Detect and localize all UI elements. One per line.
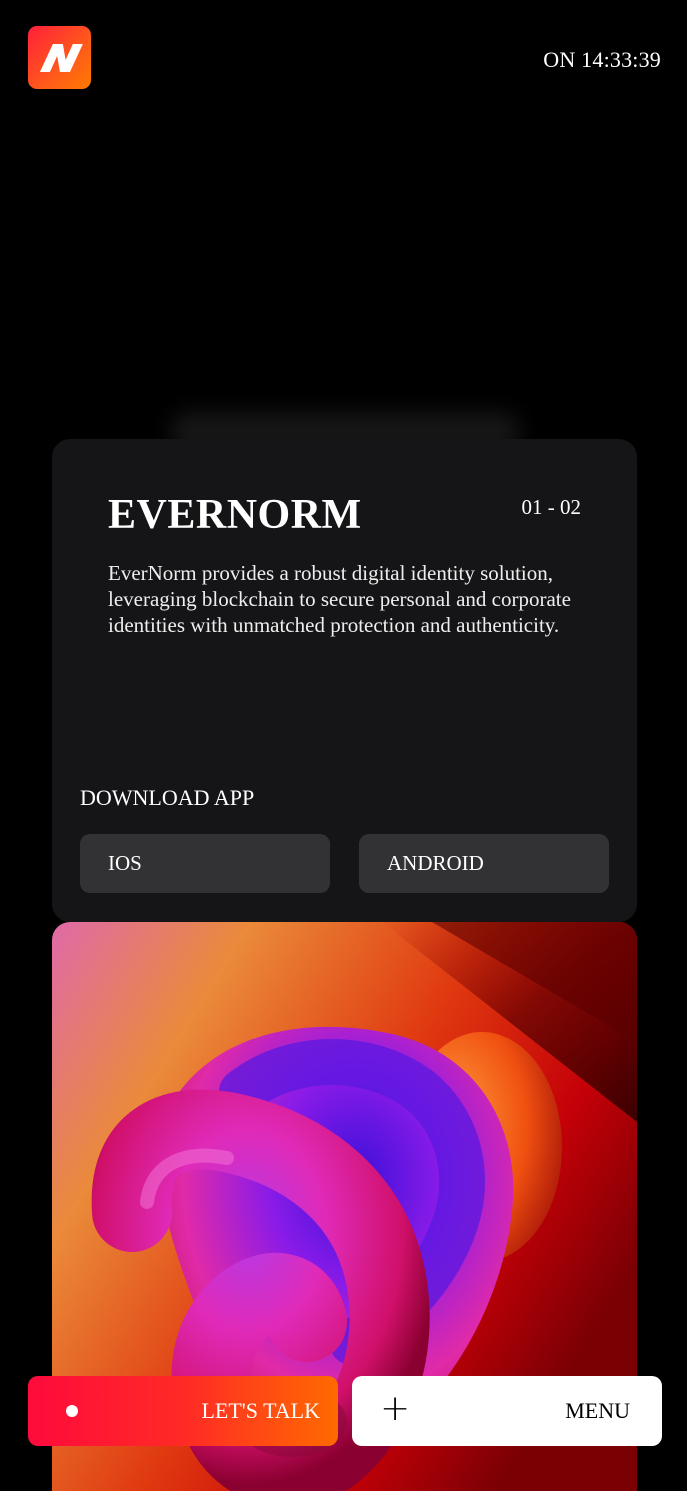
dot-icon <box>66 1405 78 1417</box>
download-app-label: DOWNLOAD APP <box>80 785 255 810</box>
lets-talk-label: LET'S TALK <box>201 1398 320 1423</box>
android-button[interactable]: ANDROID <box>359 834 609 893</box>
menu-label: MENU <box>565 1398 630 1423</box>
menu-button[interactable]: + MENU <box>352 1376 662 1446</box>
ios-button[interactable]: IOS <box>80 834 330 893</box>
n-logo-icon <box>39 43 83 72</box>
plus-icon: + <box>380 1388 411 1429</box>
project-title: EVERNORM <box>108 492 362 538</box>
project-counter: 01 - 02 <box>521 495 582 519</box>
project-description: EverNorm provides a robust digital ident… <box>108 561 571 637</box>
logo[interactable] <box>28 26 91 89</box>
lets-talk-button[interactable]: LET'S TALK <box>28 1376 338 1446</box>
project-card: EVERNORM 01 - 02 EverNorm provides a rob… <box>52 439 637 922</box>
clock-status: ON 14:33:39 <box>543 47 661 72</box>
